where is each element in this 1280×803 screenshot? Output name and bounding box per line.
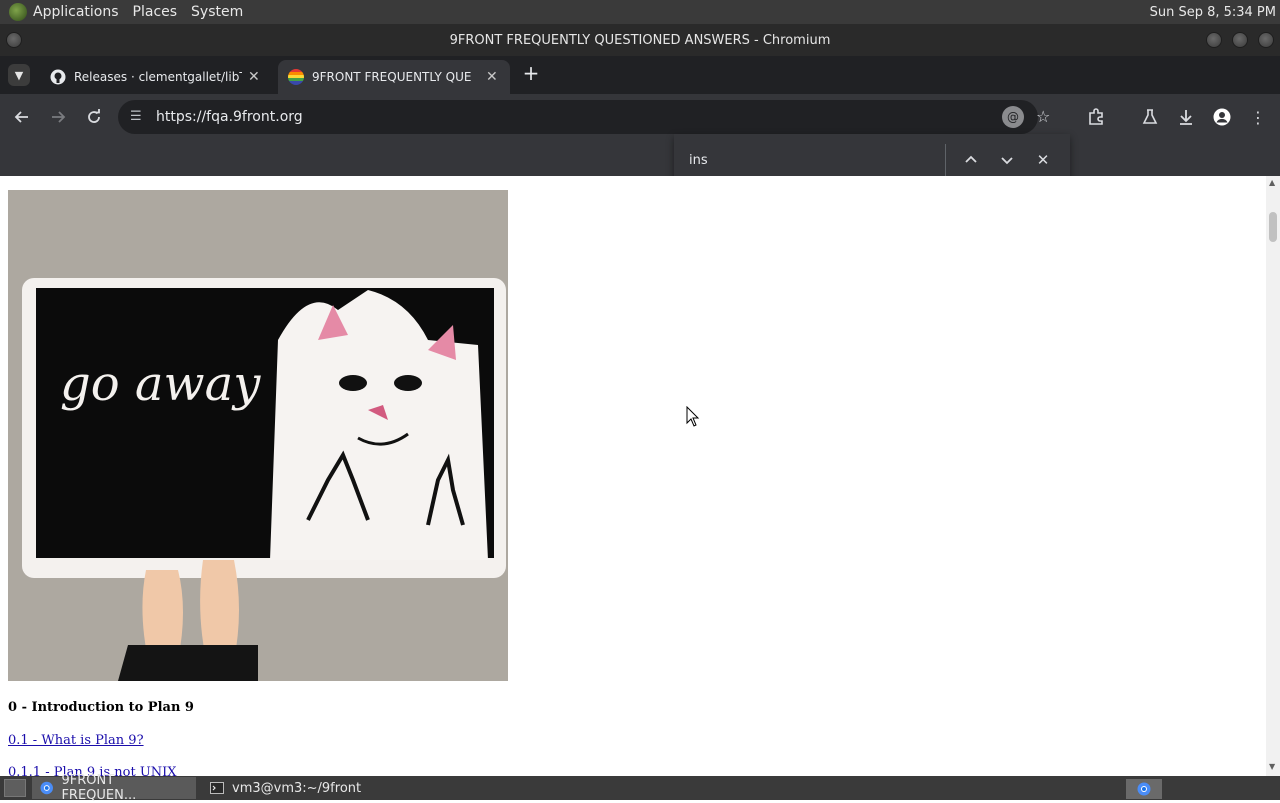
close-tab-icon[interactable]: ✕	[248, 69, 260, 85]
applications-menu[interactable]: Applications	[33, 4, 119, 20]
chromium-icon	[40, 781, 53, 795]
browser-toolbar: ☰ https://fqa.9front.org @ ☆ ⋮	[0, 94, 1280, 140]
rug-text: go away	[60, 356, 261, 412]
distro-logo-icon[interactable]	[9, 3, 27, 21]
toolbar-extension-area	[0, 140, 1280, 176]
9front-favicon-icon	[288, 69, 304, 85]
new-tab-button[interactable]: +	[520, 61, 542, 85]
find-input[interactable]	[684, 146, 934, 174]
page-content: go away 0 - Introduction to Plan 9 0.1 -…	[0, 176, 1266, 776]
close-tab-icon[interactable]: ✕	[486, 69, 498, 85]
find-next-button[interactable]	[996, 149, 1018, 171]
clock[interactable]: Sun Sep 8, 5:34 PM	[1150, 5, 1276, 20]
plus-icon: +	[522, 61, 540, 85]
back-button[interactable]	[12, 107, 32, 127]
taskbar-item-chromium[interactable]: 9FRONT FREQUEN...	[32, 773, 196, 803]
system-top-panel: Applications Places System Sun Sep 8, 5:…	[0, 0, 1280, 24]
maximize-button[interactable]	[1232, 32, 1248, 48]
chevron-up-icon	[965, 155, 977, 163]
kebab-menu-icon: ⋮	[1250, 107, 1266, 127]
tab-strip: ▼ Releases · clementgallet/libT ✕ 9FRONT…	[0, 56, 1280, 94]
chevron-down-icon: ▼	[14, 68, 24, 82]
tab-label: 9FRONT FREQUENTLY QUE	[312, 70, 472, 84]
bookmark-star-icon[interactable]: ☆	[1036, 107, 1050, 126]
puzzle-icon	[1089, 108, 1103, 125]
address-bar[interactable]: ☰ https://fqa.9front.org @ ☆	[118, 100, 1050, 134]
labs-button[interactable]	[1140, 107, 1160, 127]
download-icon	[1180, 110, 1192, 125]
url-text[interactable]: https://fqa.9front.org	[156, 109, 303, 125]
find-previous-button[interactable]	[960, 149, 982, 171]
reload-icon	[88, 109, 100, 123]
scroll-up-icon[interactable]: ▲	[1269, 178, 1275, 187]
reload-button[interactable]	[84, 107, 104, 127]
google-lens-icon[interactable]: @	[1002, 106, 1024, 128]
forward-button[interactable]	[48, 107, 68, 127]
workspace-switcher[interactable]	[1126, 779, 1162, 799]
go-away-rug-image: go away	[8, 190, 508, 681]
tab-search-button[interactable]: ▼	[8, 64, 30, 86]
profile-icon	[1213, 108, 1231, 126]
scroll-down-icon[interactable]: ▼	[1269, 762, 1275, 771]
taskbar-item-label: 9FRONT FREQUEN...	[61, 773, 137, 803]
back-arrow-icon	[14, 111, 28, 123]
section-heading: 0 - Introduction to Plan 9	[8, 700, 194, 715]
close-window-button[interactable]	[1258, 32, 1274, 48]
downloads-button[interactable]	[1176, 107, 1196, 127]
flask-icon	[1142, 109, 1158, 124]
window-titlebar[interactable]: 9FRONT FREQUENTLY QUESTIONED ANSWERS - C…	[0, 24, 1280, 56]
page-scrollbar[interactable]: ▲ ▼	[1266, 176, 1280, 776]
profile-button[interactable]	[1212, 107, 1232, 127]
show-desktop-icon[interactable]	[4, 779, 26, 797]
tab-releases[interactable]: Releases · clementgallet/libT ✕	[40, 60, 272, 94]
chevron-down-icon	[1001, 157, 1013, 165]
places-menu[interactable]: Places	[133, 4, 178, 20]
terminal-icon	[210, 782, 224, 794]
bottom-taskbar: 9FRONT FREQUEN... vm3@vm3:~/9front	[0, 773, 1280, 803]
extensions-button[interactable]	[1086, 107, 1106, 127]
chrome-menu-button[interactable]: ⋮	[1248, 107, 1268, 127]
tab-label: Releases · clementgallet/libT	[74, 70, 242, 84]
system-menu[interactable]: System	[191, 4, 243, 20]
site-info-icon[interactable]: ☰	[130, 109, 142, 124]
taskbar-item-label: vm3@vm3:~/9front	[232, 780, 362, 796]
close-icon: ✕	[1036, 151, 1050, 169]
tab-9front-fqa[interactable]: 9FRONT FREQUENTLY QUE ✕	[278, 60, 510, 94]
toc-link-0-1[interactable]: 0.1 - What is Plan 9?	[8, 733, 144, 748]
find-separator	[945, 144, 946, 176]
scrollbar-thumb[interactable]	[1269, 212, 1277, 242]
taskbar-item-terminal[interactable]: vm3@vm3:~/9front	[202, 777, 369, 799]
find-close-button[interactable]: ✕	[1032, 149, 1054, 171]
forward-arrow-icon	[52, 111, 66, 123]
chromium-tray-icon	[1137, 782, 1151, 796]
window-menu-icon[interactable]	[6, 32, 22, 48]
minimize-button[interactable]	[1206, 32, 1222, 48]
github-icon	[50, 69, 66, 85]
window-title: 9FRONT FREQUENTLY QUESTIONED ANSWERS - C…	[449, 32, 831, 48]
mouse-cursor-icon	[686, 406, 700, 427]
